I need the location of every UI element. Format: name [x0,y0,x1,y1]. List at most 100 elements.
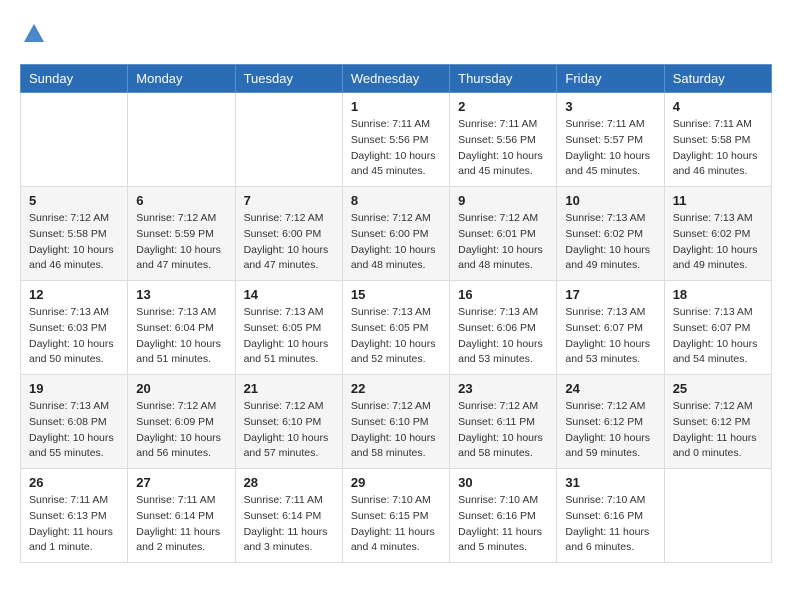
day-number: 7 [244,193,334,208]
calendar-cell: 5 Sunrise: 7:12 AMSunset: 5:58 PMDaylight… [21,187,128,281]
day-number: 1 [351,99,441,114]
calendar-header-friday: Friday [557,65,664,93]
day-info: Sunrise: 7:10 AMSunset: 6:16 PMDaylight:… [565,493,655,556]
day-info: Sunrise: 7:10 AMSunset: 6:16 PMDaylight:… [458,493,548,556]
day-number: 8 [351,193,441,208]
calendar-header-wednesday: Wednesday [342,65,449,93]
calendar-cell: 10 Sunrise: 7:13 AMSunset: 6:02 PMDayligh… [557,187,664,281]
calendar-header-row: SundayMondayTuesdayWednesdayThursdayFrid… [21,65,772,93]
calendar-cell: 7 Sunrise: 7:12 AMSunset: 6:00 PMDaylight… [235,187,342,281]
logo [20,20,52,48]
day-info: Sunrise: 7:13 AMSunset: 6:05 PMDaylight:… [244,305,334,368]
logo-icon [20,20,48,48]
day-number: 26 [29,475,119,490]
day-info: Sunrise: 7:12 AMSunset: 5:58 PMDaylight:… [29,211,119,274]
day-number: 21 [244,381,334,396]
calendar-cell: 4Sunrise: 7:11 AMSunset: 5:58 PMDaylight… [664,93,771,187]
day-info: Sunrise: 7:12 AMSunset: 6:00 PMDaylight:… [244,211,334,274]
day-info: Sunrise: 7:13 AMSunset: 6:04 PMDaylight:… [136,305,226,368]
calendar-cell: 16 Sunrise: 7:13 AMSunset: 6:06 PMDayligh… [450,281,557,375]
day-number: 6 [136,193,226,208]
day-number: 18 [673,287,763,302]
day-info: Sunrise: 7:11 AMSunset: 6:13 PMDaylight:… [29,493,119,556]
day-number: 12 [29,287,119,302]
day-number: 14 [244,287,334,302]
calendar-cell: 6 Sunrise: 7:12 AMSunset: 5:59 PMDaylight… [128,187,235,281]
day-info: Sunrise: 7:13 AMSunset: 6:02 PMDaylight:… [673,211,763,274]
calendar-cell: 14 Sunrise: 7:13 AMSunset: 6:05 PMDayligh… [235,281,342,375]
calendar-cell: 18 Sunrise: 7:13 AMSunset: 6:07 PMDayligh… [664,281,771,375]
calendar-cell: 9Sunrise: 7:12 AMSunset: 6:01 PMDaylight… [450,187,557,281]
day-number: 28 [244,475,334,490]
day-info: Sunrise: 7:10 AMSunset: 6:15 PMDaylight:… [351,493,441,556]
day-number: 16 [458,287,548,302]
calendar-week-row: 26 Sunrise: 7:11 AMSunset: 6:13 PMDayligh… [21,469,772,563]
calendar-cell: 24 Sunrise: 7:12 AMSunset: 6:12 PMDayligh… [557,375,664,469]
calendar-cell: 28Sunrise: 7:11 AMSunset: 6:14 PMDayligh… [235,469,342,563]
calendar-cell: 1 Sunrise: 7:11 AMSunset: 5:56 PMDaylight… [342,93,449,187]
day-info: Sunrise: 7:11 AMSunset: 6:14 PMDaylight:… [136,493,226,556]
calendar-week-row: 5 Sunrise: 7:12 AMSunset: 5:58 PMDaylight… [21,187,772,281]
calendar-week-row: 1 Sunrise: 7:11 AMSunset: 5:56 PMDaylight… [21,93,772,187]
day-info: Sunrise: 7:13 AMSunset: 6:07 PMDaylight:… [673,305,763,368]
day-info: Sunrise: 7:12 AMSunset: 6:01 PMDaylight:… [458,211,548,274]
calendar-week-row: 19 Sunrise: 7:13 AMSunset: 6:08 PMDayligh… [21,375,772,469]
day-number: 15 [351,287,441,302]
calendar-cell: 19 Sunrise: 7:13 AMSunset: 6:08 PMDayligh… [21,375,128,469]
calendar-cell: 22 Sunrise: 7:12 AMSunset: 6:10 PMDayligh… [342,375,449,469]
day-number: 10 [565,193,655,208]
calendar-table: SundayMondayTuesdayWednesdayThursdayFrid… [20,64,772,563]
day-number: 29 [351,475,441,490]
day-number: 4 [673,99,763,114]
day-number: 24 [565,381,655,396]
calendar-header-thursday: Thursday [450,65,557,93]
day-info: Sunrise: 7:12 AMSunset: 6:10 PMDaylight:… [244,399,334,462]
day-info: Sunrise: 7:12 AMSunset: 6:10 PMDaylight:… [351,399,441,462]
day-info: Sunrise: 7:13 AMSunset: 6:06 PMDaylight:… [458,305,548,368]
day-number: 27 [136,475,226,490]
day-info: Sunrise: 7:12 AMSunset: 6:00 PMDaylight:… [351,211,441,274]
calendar-header-monday: Monday [128,65,235,93]
day-number: 17 [565,287,655,302]
day-info: Sunrise: 7:11 AMSunset: 5:56 PMDaylight:… [458,117,548,180]
day-info: Sunrise: 7:12 AMSunset: 6:12 PMDaylight:… [673,399,763,462]
calendar-cell: 26 Sunrise: 7:11 AMSunset: 6:13 PMDayligh… [21,469,128,563]
calendar-cell [128,93,235,187]
calendar-cell: 31 Sunrise: 7:10 AMSunset: 6:16 PMDayligh… [557,469,664,563]
day-number: 20 [136,381,226,396]
calendar-cell: 15 Sunrise: 7:13 AMSunset: 6:05 PMDayligh… [342,281,449,375]
day-info: Sunrise: 7:11 AMSunset: 5:56 PMDaylight:… [351,117,441,180]
day-info: Sunrise: 7:11 AMSunset: 5:57 PMDaylight:… [565,117,655,180]
day-info: Sunrise: 7:13 AMSunset: 6:05 PMDaylight:… [351,305,441,368]
day-number: 5 [29,193,119,208]
day-number: 13 [136,287,226,302]
day-number: 31 [565,475,655,490]
calendar-cell: 11 Sunrise: 7:13 AMSunset: 6:02 PMDayligh… [664,187,771,281]
calendar-cell: 12 Sunrise: 7:13 AMSunset: 6:03 PMDayligh… [21,281,128,375]
page-header [20,20,772,48]
day-number: 2 [458,99,548,114]
day-number: 11 [673,193,763,208]
day-number: 30 [458,475,548,490]
calendar-cell [235,93,342,187]
day-info: Sunrise: 7:13 AMSunset: 6:07 PMDaylight:… [565,305,655,368]
calendar-cell: 30 Sunrise: 7:10 AMSunset: 6:16 PMDayligh… [450,469,557,563]
calendar-cell: 20Sunrise: 7:12 AMSunset: 6:09 PMDayligh… [128,375,235,469]
calendar-header-tuesday: Tuesday [235,65,342,93]
calendar-cell: 13 Sunrise: 7:13 AMSunset: 6:04 PMDayligh… [128,281,235,375]
day-number: 22 [351,381,441,396]
calendar-cell: 25 Sunrise: 7:12 AMSunset: 6:12 PMDayligh… [664,375,771,469]
calendar-cell: 3 Sunrise: 7:11 AMSunset: 5:57 PMDaylight… [557,93,664,187]
calendar-cell: 21 Sunrise: 7:12 AMSunset: 6:10 PMDayligh… [235,375,342,469]
day-info: Sunrise: 7:13 AMSunset: 6:02 PMDaylight:… [565,211,655,274]
day-info: Sunrise: 7:12 AMSunset: 5:59 PMDaylight:… [136,211,226,274]
calendar-cell [664,469,771,563]
day-number: 3 [565,99,655,114]
day-info: Sunrise: 7:12 AMSunset: 6:12 PMDaylight:… [565,399,655,462]
calendar-cell: 8 Sunrise: 7:12 AMSunset: 6:00 PMDaylight… [342,187,449,281]
calendar-header-saturday: Saturday [664,65,771,93]
day-info: Sunrise: 7:13 AMSunset: 6:03 PMDaylight:… [29,305,119,368]
day-info: Sunrise: 7:13 AMSunset: 6:08 PMDaylight:… [29,399,119,462]
day-number: 19 [29,381,119,396]
day-number: 25 [673,381,763,396]
